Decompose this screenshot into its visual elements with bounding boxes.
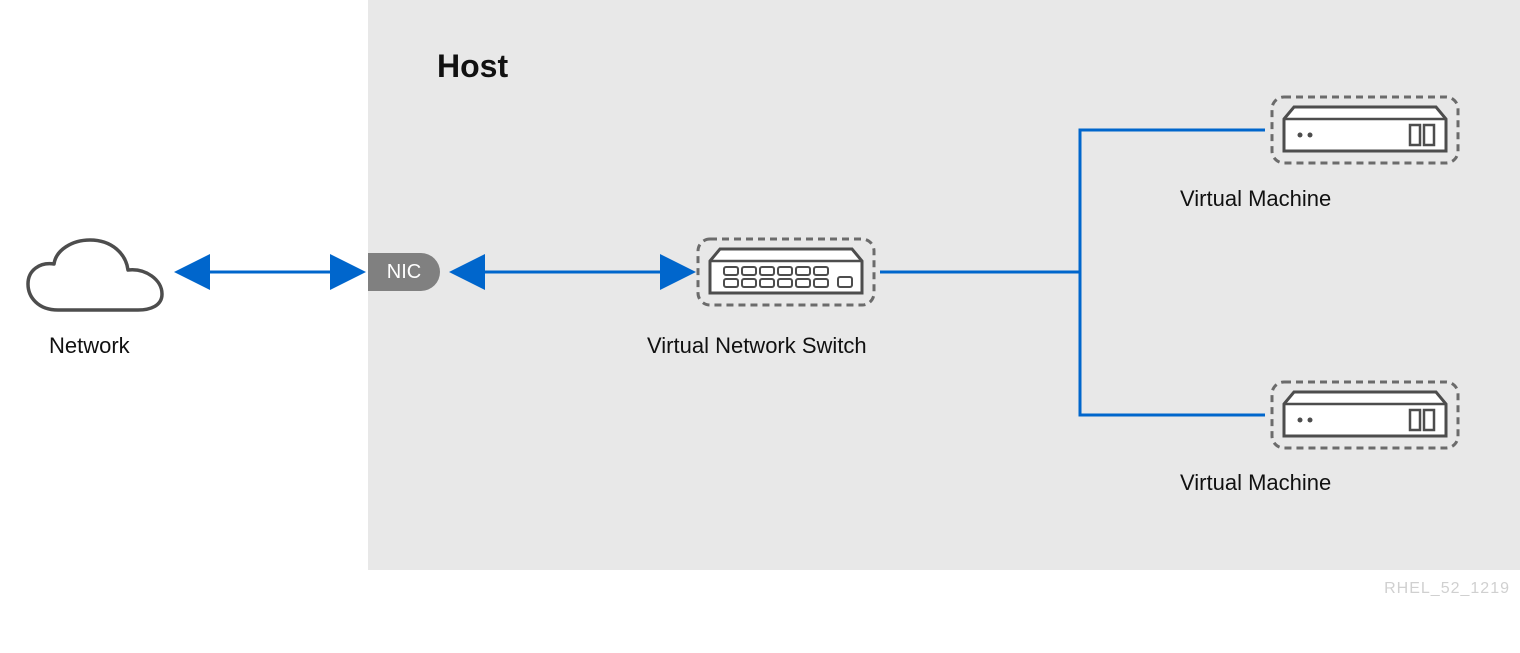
virtual-network-diagram: Host Network NIC: [0, 0, 1520, 653]
cloud-icon: [20, 232, 170, 322]
host-title: Host: [437, 48, 508, 85]
nic-label: NIC: [387, 261, 421, 284]
vm-icon: [1270, 380, 1460, 450]
vm1-label: Virtual Machine: [1180, 186, 1331, 212]
host-container: [368, 0, 1520, 570]
footer-code: RHEL_52_1219: [1384, 580, 1510, 598]
vm2-label: Virtual Machine: [1180, 470, 1331, 496]
vm-icon: [1270, 95, 1460, 165]
vswitch-label: Virtual Network Switch: [647, 333, 867, 359]
switch-icon: [696, 237, 876, 307]
network-label: Network: [49, 333, 130, 359]
nic-badge: NIC: [368, 253, 440, 291]
